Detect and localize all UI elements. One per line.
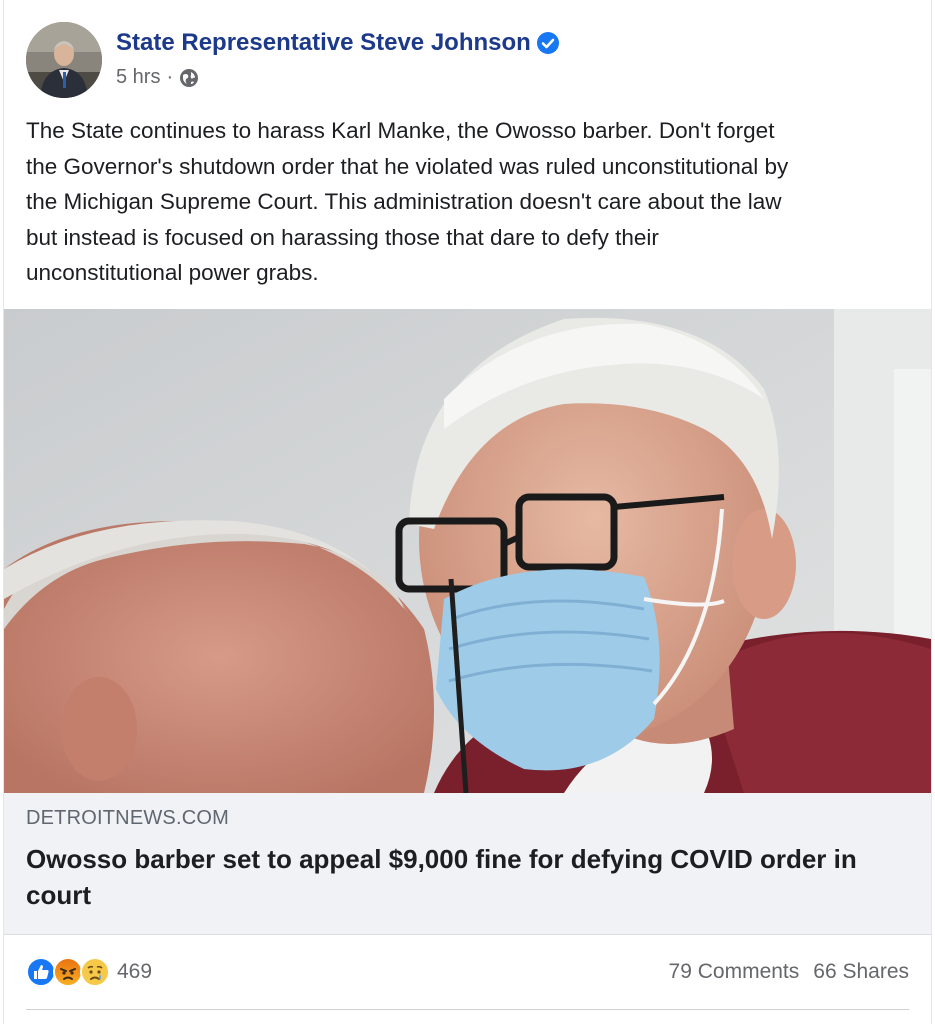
link-preview-image[interactable] bbox=[4, 309, 931, 793]
globe-icon[interactable] bbox=[179, 68, 199, 88]
avatar[interactable] bbox=[26, 22, 102, 98]
post-text-line: the Michigan Supreme Court. This adminis… bbox=[26, 189, 782, 214]
post-meta: 5 hrs · bbox=[116, 66, 199, 89]
post-card: State Representative Steve Johnson 5 hrs… bbox=[3, 0, 932, 1024]
link-preview[interactable]: DETROITNEWS.COM Owosso barber set to app… bbox=[4, 793, 931, 935]
shares-count[interactable]: 66 Shares bbox=[813, 960, 909, 984]
link-title[interactable]: Owosso barber set to appeal $9,000 fine … bbox=[26, 841, 906, 913]
angry-icon bbox=[53, 957, 83, 987]
footer-divider bbox=[26, 1009, 909, 1010]
meta-separator: · bbox=[166, 66, 174, 88]
post-header: State Representative Steve Johnson 5 hrs… bbox=[4, 0, 931, 110]
post-text: The State continues to harass Karl Manke… bbox=[26, 113, 916, 291]
reaction-count: 469 bbox=[117, 960, 153, 983]
barber-photo bbox=[4, 309, 931, 793]
post-footer: 469 79 Comments 66 Shares bbox=[4, 935, 931, 1015]
avatar-image bbox=[26, 22, 102, 98]
author-row: State Representative Steve Johnson bbox=[116, 29, 559, 57]
sad-icon bbox=[80, 957, 110, 987]
like-icon bbox=[26, 957, 56, 987]
author-name[interactable]: State Representative Steve Johnson bbox=[116, 29, 531, 57]
link-domain: DETROITNEWS.COM bbox=[26, 807, 229, 829]
verified-badge-icon bbox=[536, 32, 559, 54]
comments-count[interactable]: 79 Comments bbox=[669, 960, 800, 984]
post-text-line: but instead is focused on harassing thos… bbox=[26, 224, 659, 250]
post-text-line: The State continues to harass Karl Manke… bbox=[26, 118, 775, 143]
post-text-line: the Governor's shutdown order that he vi… bbox=[26, 153, 789, 179]
post-timestamp[interactable]: 5 hrs bbox=[116, 66, 160, 89]
post-text-line: unconstitutional power grabs. bbox=[26, 260, 319, 285]
reactions-summary[interactable]: 469 bbox=[26, 957, 152, 987]
engagement-counts: 79 Comments 66 Shares bbox=[669, 960, 909, 984]
